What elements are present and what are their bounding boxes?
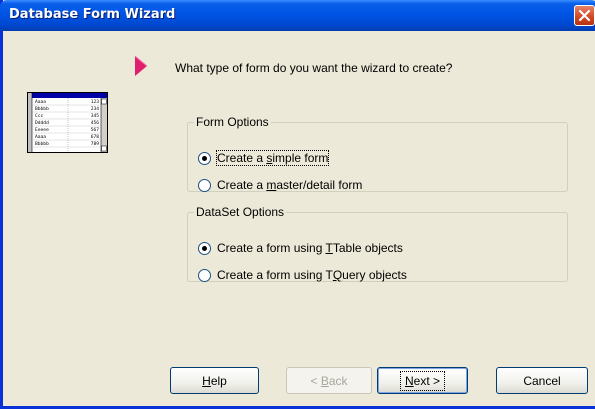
back-button[interactable]: < Back xyxy=(286,367,372,394)
radio-simple-form-label: Create a simple form xyxy=(215,150,330,166)
form-options-legend: Form Options xyxy=(194,115,271,129)
dataset-options-legend: DataSet Options xyxy=(194,205,287,219)
help-button[interactable]: Help xyxy=(170,367,259,394)
title-bar[interactable]: Database Form Wizard xyxy=(0,0,595,31)
radio-button[interactable] xyxy=(198,178,211,192)
radio-button[interactable] xyxy=(198,151,211,165)
grid-row-value: 567 xyxy=(91,127,100,133)
window-title: Database Form Wizard xyxy=(9,7,176,22)
radio-ttable-objects[interactable]: Create a form using TTable objects xyxy=(198,239,403,257)
radio-button[interactable] xyxy=(198,268,211,282)
grid-row-name: Aaaa xyxy=(35,134,46,140)
pointer-arrow-icon xyxy=(134,55,148,76)
grid-row-value: 789 xyxy=(91,141,100,147)
grid-row-name: Bbbbb xyxy=(35,141,49,147)
grid-row-value: 234 xyxy=(91,106,100,112)
form-options-group: Form Options Create a simple form Create… xyxy=(187,115,568,192)
close-icon xyxy=(578,9,591,22)
grid-row-value: 345 xyxy=(91,113,100,119)
grid-row-name: Eeeee xyxy=(35,127,49,133)
radio-button[interactable] xyxy=(198,241,211,255)
grid-row-name: Bbbbb xyxy=(35,106,49,112)
close-button[interactable] xyxy=(574,5,595,26)
grid-row-name: Aaaa xyxy=(35,99,46,105)
grid-row-name: Ddddd xyxy=(35,120,49,126)
wizard-question: What type of form do you want the wizard… xyxy=(175,61,453,75)
grid-row-value: 123 xyxy=(91,99,100,105)
radio-tquery-label: Create a form using TQuery objects xyxy=(217,268,407,282)
next-button[interactable]: Next > xyxy=(377,367,468,394)
grid-table-icon: Aaaa 123 Bbbbb 234 Ccc 345 Ddddd 456 Eeeee 567 Aaa… xyxy=(27,92,108,153)
cancel-button[interactable]: Cancel xyxy=(496,367,588,394)
grid-row-value: 456 xyxy=(91,120,100,126)
radio-simple-form[interactable]: Create a simple form xyxy=(198,149,330,167)
dataset-options-group: DataSet Options Create a form using TTab… xyxy=(187,205,568,282)
wizard-window: Database Form Wizard What type of form d… xyxy=(0,0,595,409)
radio-master-detail-form[interactable]: Create a master/detail form xyxy=(198,176,362,194)
grid-row-value: 678 xyxy=(91,134,100,140)
radio-master-detail-label: Create a master/detail form xyxy=(217,178,363,192)
radio-ttable-label: Create a form using TTable objects xyxy=(217,241,403,255)
radio-tquery-objects[interactable]: Create a form using TQuery objects xyxy=(198,266,407,284)
grid-row-name: Ccc xyxy=(35,113,44,119)
